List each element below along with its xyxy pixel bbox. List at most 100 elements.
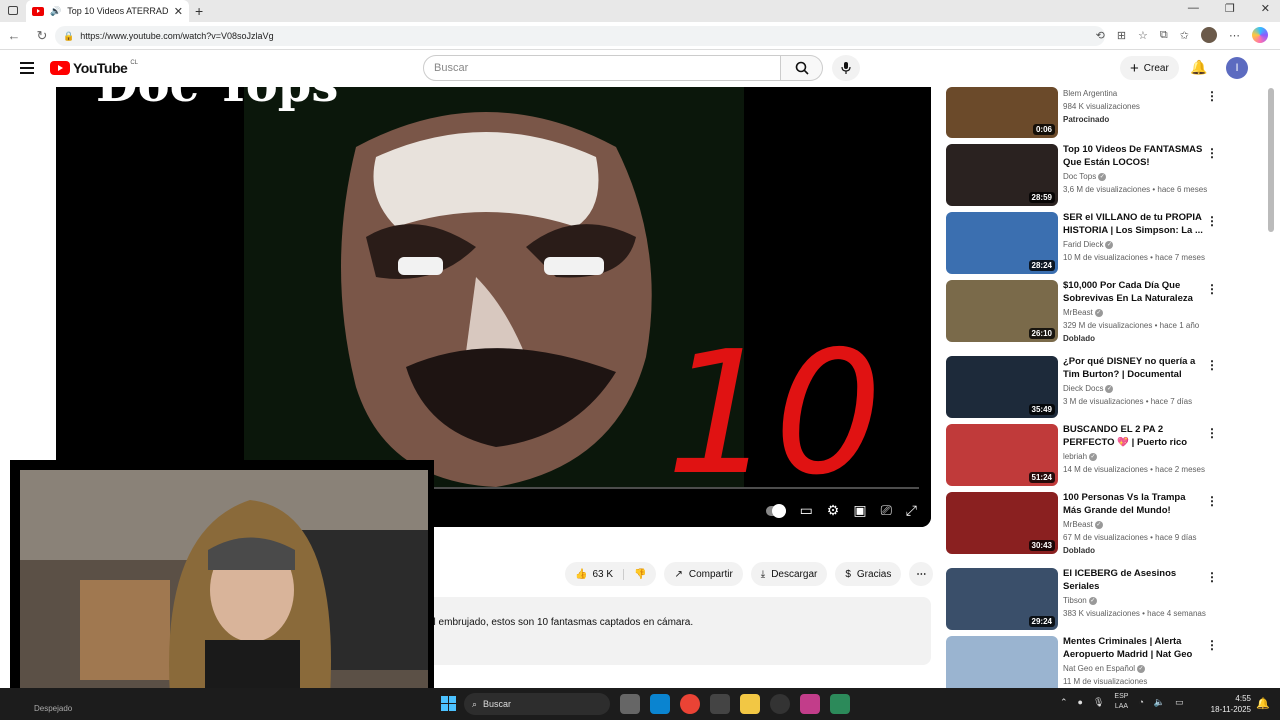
weather-text[interactable]: Despejado: [34, 704, 72, 713]
channel-name[interactable]: lebriah ✓: [1063, 452, 1098, 461]
copilot-icon[interactable]: [1252, 27, 1268, 43]
tray-app-icon[interactable]: ●: [1078, 697, 1083, 707]
video-thumbnail[interactable]: 30:43: [946, 492, 1058, 554]
notifications-bell-icon[interactable]: 🔔: [1190, 59, 1207, 76]
more-menu-icon[interactable]: ⋯: [1229, 29, 1240, 42]
app-icon[interactable]: [800, 694, 820, 714]
cast-icon[interactable]: ⎚: [881, 502, 892, 519]
favorite-star-icon[interactable]: ☆: [1138, 29, 1148, 42]
channel-name[interactable]: Farid Dieck ✓: [1063, 240, 1114, 249]
video-title[interactable]: Mentes Criminales | Alerta Aeropuerto Ma…: [1063, 635, 1203, 661]
subtitles-icon[interactable]: ▭: [800, 502, 813, 519]
taskbar-search[interactable]: ⌕ Buscar: [464, 693, 610, 715]
recommendation-item[interactable]: 26:10 $10,000 Por Cada Día Que Sobrevivas…: [946, 279, 1222, 343]
new-tab-button[interactable]: +: [195, 3, 203, 19]
video-thumbnail[interactable]: 29:24: [946, 568, 1058, 630]
start-button-icon[interactable]: [441, 696, 456, 711]
volume-icon[interactable]: 🔈: [1154, 697, 1165, 708]
video-title[interactable]: SER el VILLANO de tu PROPIA HISTORIA | L…: [1063, 211, 1203, 237]
recommendation-item[interactable]: 35:49 ¿Por qué DISNEY no quería a Tim Bur…: [946, 356, 1222, 418]
fullscreen-icon[interactable]: ⤢: [906, 502, 917, 519]
more-options-icon[interactable]: ⋮: [1206, 358, 1218, 372]
video-thumbnail[interactable]: 26:10: [946, 280, 1058, 342]
channel-name[interactable]: Blem Argentina: [1063, 89, 1117, 98]
thanks-button[interactable]: $ Gracias: [835, 562, 902, 586]
user-avatar[interactable]: I: [1226, 57, 1248, 79]
video-title[interactable]: $10,000 Por Cada Día Que Sobrevivas En L…: [1063, 279, 1203, 305]
channel-name[interactable]: Nat Geo en Español ✓: [1063, 664, 1146, 673]
clock[interactable]: 4:55 18-11-2025: [1205, 693, 1251, 715]
search-button[interactable]: [781, 55, 823, 81]
close-tab-icon[interactable]: ✕: [174, 5, 183, 18]
site-info-icon[interactable]: 🔒: [63, 31, 74, 42]
recommendation-item[interactable]: 28:59 Top 10 Videos De FANTASMAS Que Está…: [946, 144, 1222, 206]
more-options-icon[interactable]: ⋮: [1206, 282, 1218, 296]
channel-name[interactable]: Tibson ✓: [1063, 596, 1097, 605]
video-thumbnail[interactable]: 0:06: [946, 87, 1058, 138]
dislike-button[interactable]: 👎: [624, 569, 656, 580]
battery-icon[interactable]: ▭: [1175, 697, 1184, 708]
search-input[interactable]: Buscar: [423, 55, 781, 81]
more-options-icon[interactable]: ⋮: [1206, 146, 1218, 160]
extensions-icon[interactable]: ⧉: [1160, 29, 1168, 42]
more-options-icon[interactable]: ⋮: [1206, 89, 1218, 103]
video-title[interactable]: El ICEBERG de Asesinos Seriales: [1063, 567, 1203, 593]
recommendation-item[interactable]: 28:24 SER el VILLANO de tu PROPIA HISTORI…: [946, 212, 1222, 274]
video-thumbnail[interactable]: 28:59: [946, 144, 1058, 206]
like-button[interactable]: 👍 63 K: [575, 568, 625, 580]
file-explorer-icon[interactable]: [740, 694, 760, 714]
autoplay-toggle[interactable]: [765, 503, 786, 518]
video-title[interactable]: BUSCANDO EL 2 PA 2 PERFECTO 💖 | Puerto r…: [1063, 423, 1203, 449]
minimize-icon[interactable]: —: [1188, 2, 1199, 15]
menu-icon[interactable]: [20, 62, 34, 74]
video-title[interactable]: ¿Por qué DISNEY no quería a Tim Burton? …: [1063, 355, 1203, 381]
channel-name[interactable]: MrBeast ✓: [1063, 520, 1103, 529]
settings-gear-icon[interactable]: ⚙: [827, 502, 840, 519]
more-options-icon[interactable]: ⋮: [1206, 426, 1218, 440]
channel-name[interactable]: MrBeast ✓: [1063, 308, 1103, 317]
browser-tab-active[interactable]: 🔊 Top 10 Videos ATERRADORE ✕: [26, 0, 189, 22]
app-icon-2[interactable]: [830, 694, 850, 714]
more-options-icon[interactable]: ⋮: [1206, 570, 1218, 584]
channel-name[interactable]: Dieck Docs ✓: [1063, 384, 1114, 393]
share-button[interactable]: ↗ Compartir: [664, 562, 743, 586]
more-options-icon[interactable]: ⋮: [1206, 214, 1218, 228]
edge-icon[interactable]: [650, 694, 670, 714]
translate-icon[interactable]: ⟲: [1096, 29, 1105, 42]
speaker-icon[interactable]: 🔊: [50, 6, 61, 17]
voice-search-button[interactable]: [832, 55, 860, 81]
video-title[interactable]: 100 Personas Vs la Trampa Más Grande del…: [1063, 491, 1203, 517]
back-arrow-icon[interactable]: ←: [0, 28, 28, 43]
sidebar-toggle-icon[interactable]: [8, 6, 18, 15]
recommendation-item[interactable]: 29:24 El ICEBERG de Asesinos Seriales Tibs…: [946, 568, 1222, 630]
channel-name[interactable]: Doc Tops ✓: [1063, 172, 1107, 181]
close-window-icon[interactable]: ✕: [1261, 2, 1270, 15]
video-thumbnail[interactable]: 51:24: [946, 424, 1058, 486]
wifi-icon[interactable]: ◔: [1138, 697, 1143, 707]
notification-center-icon[interactable]: 🔔: [1256, 697, 1270, 710]
apps-icon[interactable]: ⊞: [1117, 29, 1126, 42]
favorites-icon[interactable]: ✩: [1180, 29, 1189, 42]
create-button[interactable]: + Crear: [1120, 56, 1179, 80]
video-thumbnail[interactable]: 35:49: [946, 356, 1058, 418]
restore-icon[interactable]: ❐: [1225, 2, 1235, 15]
task-view-icon[interactable]: [620, 694, 640, 714]
theater-mode-icon[interactable]: ▣: [853, 502, 866, 519]
url-field[interactable]: 🔒 https://www.youtube.com/watch?v=V08soJ…: [55, 26, 1105, 46]
youtube-logo[interactable]: YouTube CL: [50, 60, 138, 76]
more-actions-button[interactable]: ⋯: [909, 562, 934, 586]
recommendation-item[interactable]: 30:43 100 Personas Vs la Trampa Más Grand…: [946, 491, 1222, 555]
chrome-icon[interactable]: [680, 694, 700, 714]
obs-icon[interactable]: [770, 694, 790, 714]
more-options-icon[interactable]: ⋮: [1206, 494, 1218, 508]
video-thumbnail[interactable]: 28:24: [946, 212, 1058, 274]
video-title[interactable]: Top 10 Videos De FANTASMAS Que Están LOC…: [1063, 143, 1203, 169]
reload-icon[interactable]: ↻: [28, 28, 56, 44]
terminal-icon[interactable]: [710, 694, 730, 714]
download-button[interactable]: ⤓ Descargar: [750, 562, 828, 586]
page-scrollbar[interactable]: [1268, 88, 1274, 232]
browser-profile-avatar[interactable]: [1201, 27, 1217, 43]
recommendation-item[interactable]: 51:24 BUSCANDO EL 2 PA 2 PERFECTO 💖 | Pue…: [946, 424, 1222, 486]
more-options-icon[interactable]: ⋮: [1206, 638, 1218, 652]
recommendation-item[interactable]: 0:06 Blem Argentina 984 K visualizaciones P…: [946, 87, 1222, 149]
